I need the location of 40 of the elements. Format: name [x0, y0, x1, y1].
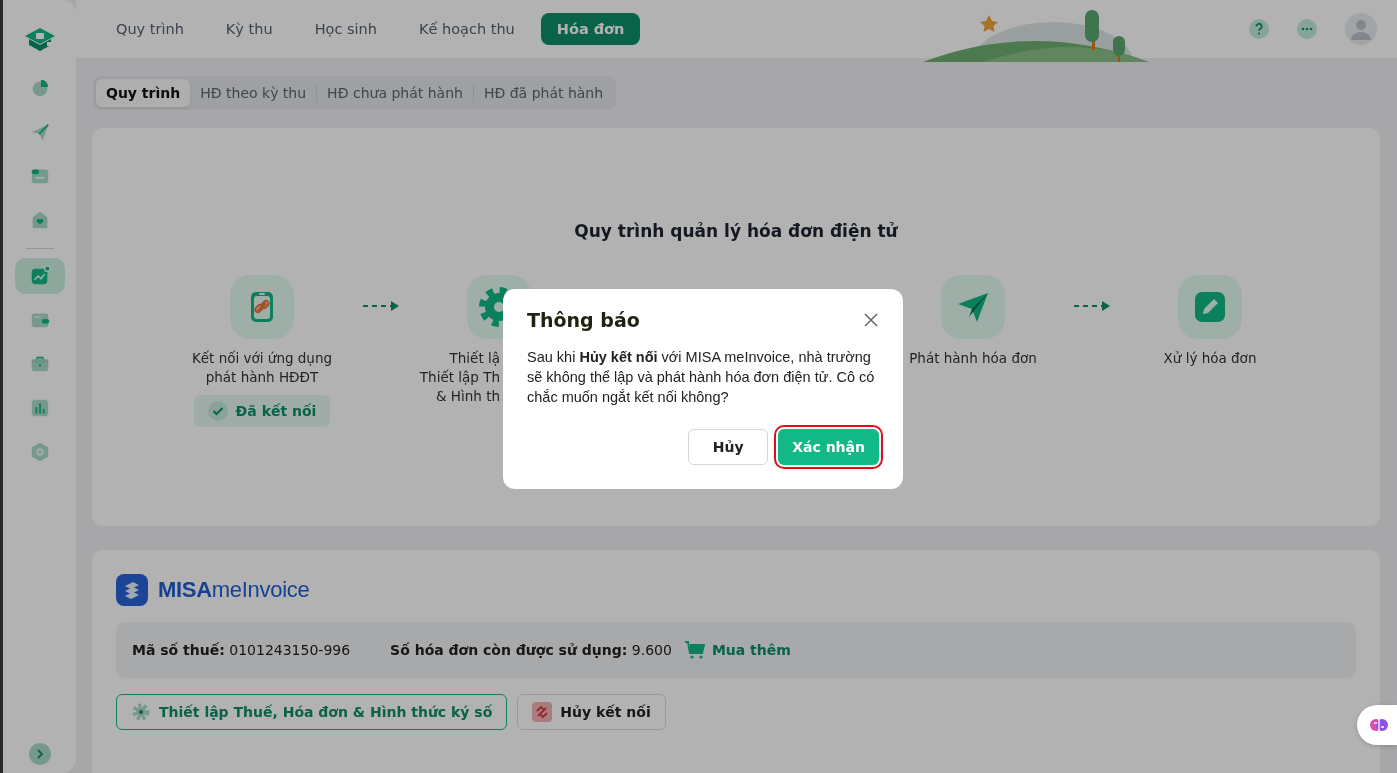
- cancel-button[interactable]: Hủy: [688, 428, 769, 465]
- check-circle-icon: [207, 401, 228, 421]
- sub-tab[interactable]: HĐ theo kỳ thu: [190, 79, 317, 107]
- dialog-message: Sau khi Hủy kết nối với MISA meInvoice, nhà trường sẽ không thể lập và phát hành hóa đơn điện tử. Cô có chắc muốn ngắt kết nối không?: [527, 347, 876, 407]
- nav-tab[interactable]: Hóa đơn: [540, 13, 641, 45]
- dashed-arrow-icon: [1073, 301, 1110, 311]
- process-title: Quy trình quản lý hóa đơn điện tử: [573, 221, 899, 241]
- expand-button[interactable]: [28, 743, 51, 765]
- close-button[interactable]: [863, 311, 879, 328]
- disconnect-button[interactable]: Hủy kết nối: [517, 694, 666, 730]
- dialog-title: Thông báo: [527, 308, 640, 331]
- settings-button[interactable]: Thiết lập Thuế, Hóa đơn & Hình thức ký số: [116, 694, 508, 730]
- nav-tab[interactable]: Học sinh: [298, 13, 393, 45]
- chevron-right-icon: [34, 749, 45, 759]
- assistant-button[interactable]: [1357, 705, 1397, 745]
- sub-tab[interactable]: HĐ chưa phát hành: [317, 79, 473, 107]
- remaining-invoices-text: Số hóa đơn còn được sử dụng: 9.600: [390, 642, 672, 658]
- close-icon: [863, 311, 879, 328]
- more-icon[interactable]: [1297, 19, 1317, 39]
- brand-wordmark: MISAmeInvoice: [158, 577, 310, 603]
- step-label: Kết nối với ứng dụng phát hành HĐĐT: [191, 349, 333, 387]
- help-icon[interactable]: [1249, 19, 1269, 39]
- broken-link-icon: [532, 702, 553, 722]
- buy-more-link[interactable]: Mua thêm: [683, 640, 791, 660]
- step-label: Xử lý hóa đơn: [1163, 349, 1257, 368]
- brand-logo-icon: [116, 574, 148, 606]
- nav-tab[interactable]: Kế hoạch thu: [402, 13, 531, 45]
- cart-icon: [683, 640, 706, 660]
- step-label: Thiết lậ Thiết lập Th & Hình th: [419, 349, 500, 406]
- sub-tab[interactable]: HĐ đã phát hành: [473, 79, 614, 107]
- sidebar-item[interactable]: [14, 258, 65, 294]
- nav-tab[interactable]: Quy trình: [100, 13, 200, 45]
- avatar-icon[interactable]: [1345, 13, 1377, 45]
- tax-code-text: Mã số thuế: 0101243150-996: [132, 642, 351, 658]
- dashed-arrow-icon: [362, 301, 399, 311]
- sub-tab[interactable]: Quy trình: [96, 79, 191, 107]
- gear-icon: [131, 702, 151, 722]
- connected-status: Đã kết nối: [193, 395, 331, 427]
- nav-tab[interactable]: Kỳ thu: [209, 13, 289, 45]
- step-label: Phát hành hóa đơn: [909, 349, 1037, 368]
